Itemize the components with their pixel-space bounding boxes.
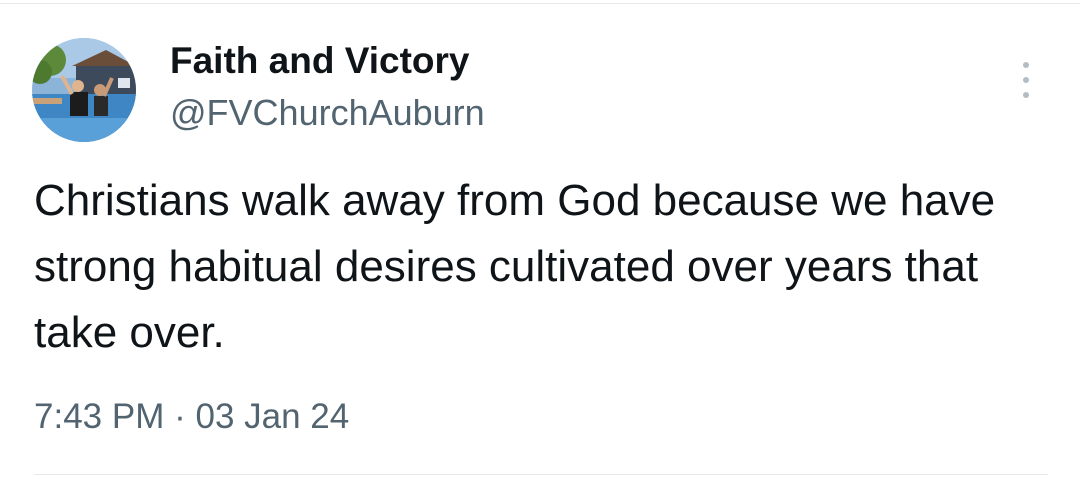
meta-separator: · — [174, 397, 186, 436]
more-options-icon[interactable] — [1006, 58, 1046, 102]
avatar-image — [32, 38, 136, 142]
more-dot — [1023, 62, 1029, 68]
top-divider — [0, 3, 1080, 4]
tweet-date: 03 Jan 24 — [195, 397, 350, 436]
author-display-name[interactable]: Faith and Victory — [170, 40, 470, 82]
tweet-time: 7:43 PM — [34, 397, 165, 436]
avatar[interactable] — [32, 38, 136, 142]
more-dot — [1023, 92, 1029, 98]
tweet-timestamp[interactable]: 7:43 PM · 03 Jan 24 — [34, 397, 349, 437]
author-handle[interactable]: @FVChurchAuburn — [170, 92, 485, 134]
tweet-text: Christians walk away from God because we… — [34, 176, 996, 357]
more-dot — [1023, 77, 1029, 83]
bottom-divider — [34, 474, 1048, 475]
